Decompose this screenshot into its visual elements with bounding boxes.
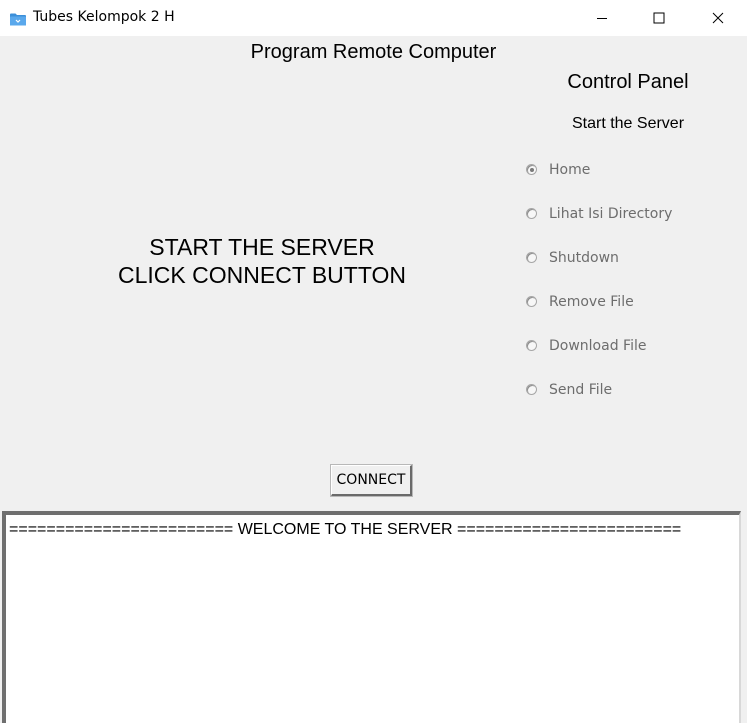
close-icon (712, 9, 724, 28)
radio-label: Send File (549, 382, 613, 398)
radio-button[interactable] (526, 340, 537, 351)
maximize-button[interactable] (636, 0, 682, 36)
radio-button[interactable] (526, 164, 537, 175)
maximize-icon (653, 9, 665, 28)
radio-button[interactable] (526, 384, 537, 395)
page-title: Program Remote Computer (250, 41, 497, 63)
radio-button[interactable] (526, 208, 537, 219)
radio-label: Shutdown (549, 250, 619, 266)
instruction-text: START THE SERVER CLICK CONNECT BUTTON (62, 233, 462, 289)
radio-label: Lihat Isi Directory (549, 206, 673, 222)
minimize-icon (596, 9, 608, 28)
radio-label: Remove File (549, 294, 634, 310)
control-panel-title: Control Panel (567, 71, 689, 93)
radio-label: Home (549, 162, 591, 178)
control-panel-subtitle: Start the Server (571, 115, 685, 132)
connect-button[interactable]: CONNECT (330, 464, 413, 497)
radio-selected-dot (530, 168, 534, 172)
window-title: Tubes Kelompok 2 H (33, 9, 175, 25)
log-line: ======================== WELCOME TO THE … (9, 521, 682, 538)
radio-label: Download File (549, 338, 647, 354)
folder-icon (10, 11, 26, 26)
instruction-line-2: CLICK CONNECT BUTTON (118, 262, 406, 288)
instruction-line-1: START THE SERVER (149, 234, 375, 260)
close-button[interactable] (695, 0, 741, 36)
server-log-textarea[interactable]: ======================== WELCOME TO THE … (2, 511, 741, 723)
minimize-button[interactable] (579, 0, 625, 36)
radio-button[interactable] (526, 252, 537, 263)
title-bar[interactable]: Tubes Kelompok 2 H (0, 0, 747, 36)
app-window: Tubes Kelompok 2 H Program Remote Comput… (0, 0, 747, 723)
radio-button[interactable] (526, 296, 537, 307)
